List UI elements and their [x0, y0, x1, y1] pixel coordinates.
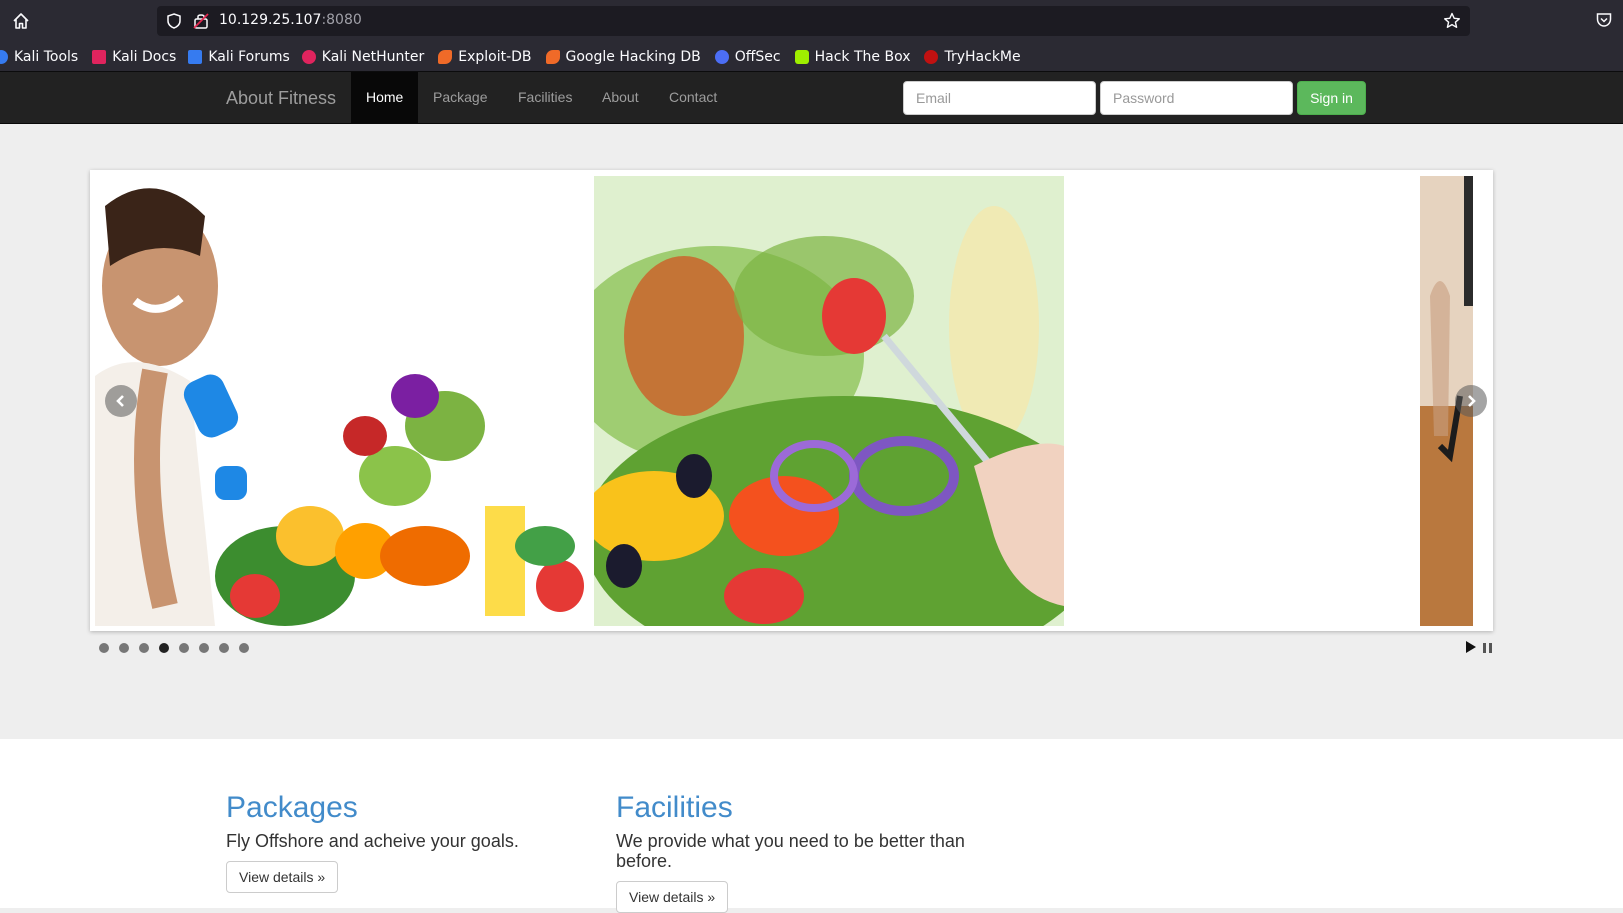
- bookmark-label: Kali Docs: [112, 48, 177, 65]
- packages-column: Packages Fly Offshore and acheive your g…: [226, 739, 586, 893]
- slider-dot[interactable]: [239, 643, 249, 653]
- packages-text: Fly Offshore and acheive your goals.: [226, 831, 519, 851]
- bookmark-exploit-db[interactable]: Exploit-DB: [438, 45, 537, 69]
- slider-dot[interactable]: [199, 643, 209, 653]
- pause-icon[interactable]: [1482, 641, 1494, 653]
- bookmark-kali-forums[interactable]: Kali Forums: [188, 45, 295, 69]
- facilities-view-details-button[interactable]: View details »: [616, 881, 729, 913]
- home-icon[interactable]: [10, 10, 32, 32]
- url-port: :8080: [321, 12, 362, 28]
- slide-image-salad: [594, 176, 1064, 626]
- bookmark-star-icon[interactable]: [1442, 11, 1462, 31]
- bookmark-google-hacking-db[interactable]: Google Hacking DB: [545, 45, 707, 69]
- bookmarks-toolbar: Kali Tools Kali Docs Kali Forums Kali Ne…: [0, 42, 1623, 72]
- facilities-column: Facilities We provide what you need to b…: [616, 739, 976, 913]
- url-host: 10.129.25.107: [219, 12, 322, 28]
- browser-toolbar: 10.129.25.107:8080: [0, 0, 1623, 42]
- bookmark-tryhackme[interactable]: TryHackMe: [924, 45, 1026, 69]
- slide-image-fitness-woman: [95, 176, 594, 626]
- pocket-icon[interactable]: [1595, 11, 1613, 29]
- bookmark-hack-the-box[interactable]: Hack The Box: [794, 45, 917, 69]
- brand-link[interactable]: About Fitness: [226, 88, 336, 109]
- packages-view-details-button[interactable]: View details »: [226, 861, 339, 893]
- kali-nethunter-icon: [301, 49, 316, 64]
- hackthebox-icon: [794, 49, 809, 64]
- nav-home[interactable]: Home: [351, 72, 419, 123]
- bookmark-label: Kali Tools: [14, 48, 79, 65]
- nav-package[interactable]: Package: [418, 72, 502, 123]
- nav-about[interactable]: About: [587, 72, 654, 123]
- bookmark-kali-docs[interactable]: Kali Docs: [92, 45, 182, 69]
- bookmark-offsec[interactable]: OffSec: [714, 45, 787, 69]
- slider-next-arrow[interactable]: [1455, 385, 1487, 417]
- sign-in-button[interactable]: Sign in: [1297, 81, 1366, 115]
- offsec-icon: [714, 49, 729, 64]
- slider-dot[interactable]: [179, 643, 189, 653]
- slider-dot[interactable]: [139, 643, 149, 653]
- slider-dot-active[interactable]: [159, 643, 169, 653]
- kali-tools-icon: [0, 49, 8, 64]
- kali-forums-icon: [188, 49, 203, 64]
- facilities-text: We provide what you need to be better th…: [616, 831, 965, 871]
- kali-docs-icon: [92, 49, 107, 64]
- image-slider: [90, 170, 1493, 631]
- slider-dot[interactable]: [99, 643, 109, 653]
- bookmark-label: Exploit-DB: [458, 48, 532, 65]
- nav-contact[interactable]: Contact: [654, 72, 732, 123]
- insecure-lock-icon[interactable]: [192, 11, 210, 31]
- slider-pagination: [99, 643, 259, 653]
- features-section: Packages Fly Offshore and acheive your g…: [0, 739, 1623, 913]
- email-field[interactable]: [903, 81, 1096, 115]
- bookmark-kali-nethunter[interactable]: Kali NetHunter: [301, 45, 430, 69]
- exploit-db-icon: [438, 49, 453, 64]
- bookmark-label: Google Hacking DB: [565, 48, 701, 65]
- play-icon[interactable]: [1465, 640, 1477, 654]
- nav-facilities[interactable]: Facilities: [503, 72, 587, 123]
- password-field[interactable]: [1100, 81, 1293, 115]
- bookmark-label: Kali Forums: [208, 48, 290, 65]
- slider-dot[interactable]: [219, 643, 229, 653]
- url-bar[interactable]: 10.129.25.107:8080: [157, 6, 1470, 36]
- url-text[interactable]: 10.129.25.107:8080: [219, 12, 362, 28]
- tryhackme-icon: [924, 49, 939, 64]
- packages-heading: Packages: [226, 791, 358, 824]
- bookmark-label: OffSec: [734, 48, 781, 65]
- facilities-heading: Facilities: [616, 791, 733, 824]
- bookmark-label: Hack The Box: [814, 48, 911, 65]
- ghdb-icon: [545, 49, 560, 64]
- bookmark-kali-tools[interactable]: Kali Tools: [0, 45, 84, 69]
- tracking-shield-icon[interactable]: [165, 12, 183, 30]
- bookmark-label: TryHackMe: [944, 48, 1021, 65]
- site-navbar: About Fitness Home Package Facilities Ab…: [0, 72, 1623, 124]
- slider-dot[interactable]: [119, 643, 129, 653]
- bookmark-label: Kali NetHunter: [321, 48, 425, 65]
- slider-prev-arrow[interactable]: [105, 385, 137, 417]
